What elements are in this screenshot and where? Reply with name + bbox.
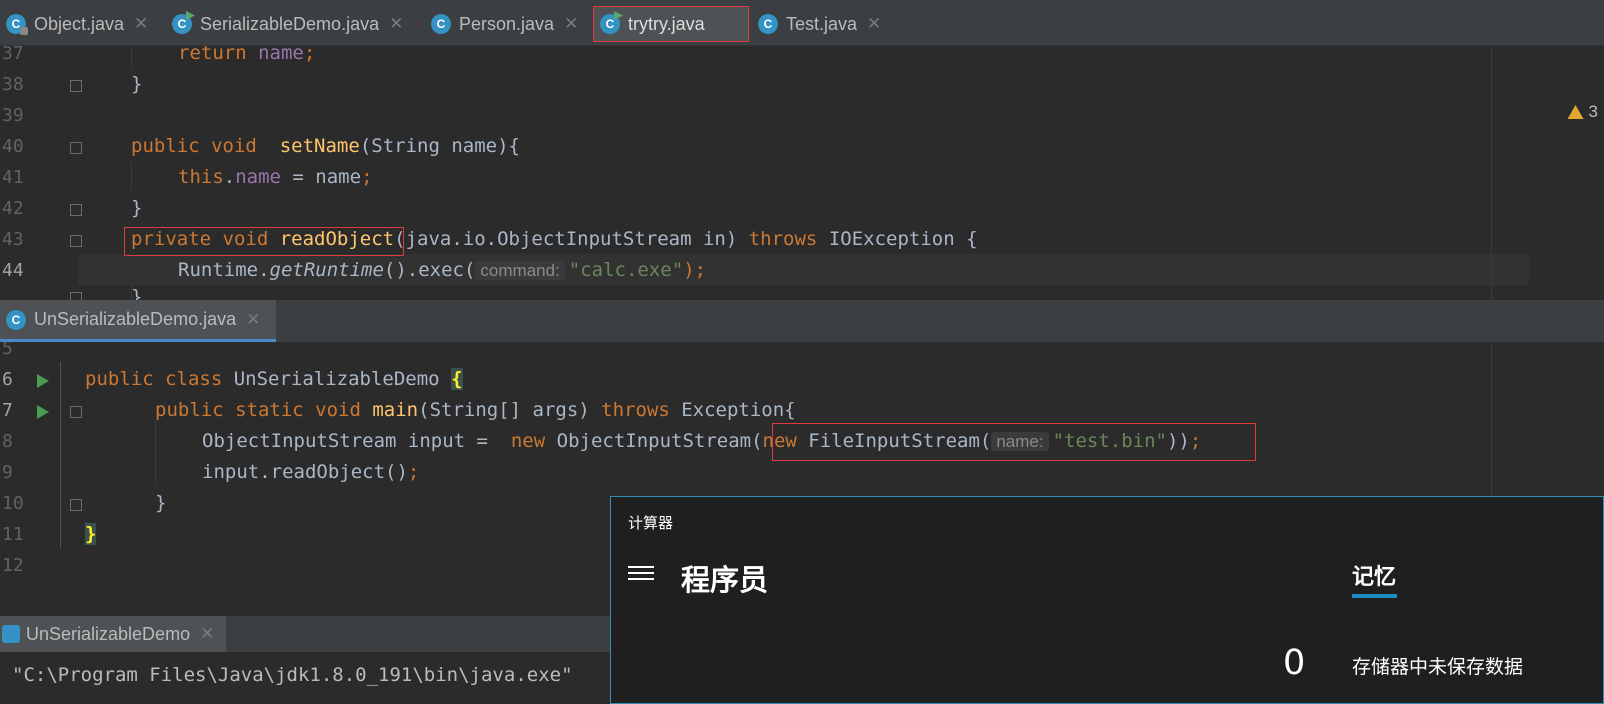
code-line-10: } bbox=[155, 492, 167, 514]
run-tab-label: UnSerializableDemo bbox=[26, 623, 191, 644]
annotation-box-fileinputstream bbox=[772, 423, 1256, 461]
calculator-window[interactable]: 计算器 程序员 记忆 0 存储器中未保存数据 bbox=[610, 496, 1604, 704]
tab-label: UnSerializableDemo.java bbox=[34, 309, 237, 329]
code-line-44: Runtime.getRuntime().exec(command: "calc.… bbox=[178, 259, 707, 281]
code-line-38: } bbox=[131, 73, 143, 95]
line-number: 6 bbox=[2, 369, 13, 390]
line-number: 44 bbox=[2, 260, 24, 281]
run-gutter-icon[interactable] bbox=[37, 405, 49, 419]
run-console-output[interactable]: "C:\Program Files\Java\jdk1.8.0_191\bin\… bbox=[0, 652, 610, 704]
tab-test-java[interactable]: C Test.java ✕ bbox=[752, 6, 881, 42]
editor-tab-bar: C Object.java ✕ C SerializableDemo.java … bbox=[0, 0, 1604, 46]
line-number: 8 bbox=[2, 431, 13, 452]
code-line-6: public class UnSerializableDemo { bbox=[85, 368, 463, 390]
tab-label: Person.java bbox=[459, 13, 555, 34]
tab-object-java[interactable]: C Object.java ✕ bbox=[0, 6, 148, 42]
tab-serializabledemo-java[interactable]: C SerializableDemo.java ✕ bbox=[166, 6, 403, 42]
code-line-11: } bbox=[85, 523, 97, 545]
warnings-indicator[interactable]: 3 bbox=[1567, 102, 1598, 122]
memory-empty-message: 存储器中未保存数据 bbox=[1352, 656, 1524, 678]
line-number: 11 bbox=[2, 524, 24, 545]
line-number: 42 bbox=[2, 198, 24, 219]
tab-unserializabledemo-java[interactable]: C UnSerializableDemo.java ✕ bbox=[0, 300, 276, 342]
tab-label: Test.java bbox=[786, 13, 858, 34]
line-number: 37 bbox=[2, 46, 24, 64]
memory-tab-underline bbox=[1352, 594, 1397, 598]
close-icon[interactable]: ✕ bbox=[564, 14, 578, 34]
calculator-title: 计算器 bbox=[628, 514, 674, 532]
calculator-display: 0 bbox=[1283, 643, 1306, 683]
run-tool-window-tabs: UnSerializableDemo ✕ bbox=[0, 616, 610, 652]
code-line-7: public static void main(String[] args) t… bbox=[155, 399, 796, 421]
line-number: 10 bbox=[2, 493, 24, 514]
fold-marker-icon[interactable] bbox=[70, 235, 82, 247]
line-number: 9 bbox=[2, 462, 13, 483]
calculator-mode-title: 程序员 bbox=[681, 563, 769, 597]
line-number: 41 bbox=[2, 167, 24, 188]
code-line-37: return name; bbox=[178, 46, 316, 64]
code-line-41: this.name = name; bbox=[178, 166, 373, 188]
fold-marker-icon[interactable] bbox=[70, 80, 82, 92]
code-line-9: input.readObject(); bbox=[202, 461, 420, 483]
java-class-runnable-icon: C bbox=[600, 11, 623, 34]
warnings-count: 3 bbox=[1588, 102, 1598, 121]
close-icon[interactable]: ✕ bbox=[134, 14, 148, 34]
line-number: 39 bbox=[2, 105, 24, 126]
line-number: 43 bbox=[2, 229, 24, 250]
fold-marker-icon[interactable] bbox=[70, 499, 82, 511]
indent-guide bbox=[131, 161, 132, 191]
fold-marker-icon[interactable] bbox=[70, 204, 82, 216]
java-class-runnable-icon: C bbox=[6, 309, 26, 330]
run-config-icon bbox=[2, 625, 20, 643]
run-gutter-icon[interactable] bbox=[37, 374, 49, 388]
close-icon[interactable]: ✕ bbox=[389, 14, 403, 34]
line-number: 5 bbox=[2, 342, 13, 359]
line-number: 7 bbox=[2, 400, 13, 421]
indent-guide bbox=[131, 46, 132, 70]
parameter-hint: command: bbox=[475, 261, 565, 280]
java-class-runnable-icon: C bbox=[172, 11, 195, 34]
tab-label: Object.java bbox=[34, 13, 125, 34]
fold-marker-icon[interactable] bbox=[70, 406, 82, 418]
tab-memory[interactable]: 记忆 bbox=[1352, 559, 1396, 591]
java-class-icon: C bbox=[758, 14, 778, 34]
line-number: 38 bbox=[2, 74, 24, 95]
close-icon[interactable]: ✕ bbox=[246, 310, 260, 330]
warning-icon bbox=[1567, 105, 1584, 119]
code-line-45: } bbox=[131, 286, 143, 300]
tab-label: SerializableDemo.java bbox=[200, 13, 380, 34]
code-line-42: } bbox=[131, 197, 143, 219]
right-margin-guide bbox=[1491, 46, 1492, 300]
indent-guide bbox=[155, 420, 156, 486]
tab-label: trytry.java bbox=[628, 13, 705, 34]
annotation-box-readobject bbox=[124, 227, 404, 256]
code-line-40: public void setName(String name){ bbox=[131, 135, 520, 157]
fold-marker-icon[interactable] bbox=[70, 292, 82, 300]
tab-run-unserializabledemo[interactable]: UnSerializableDemo ✕ bbox=[0, 616, 226, 652]
editor2-tab-bar: C UnSerializableDemo.java ✕ bbox=[0, 300, 1604, 342]
line-number: 40 bbox=[2, 136, 24, 157]
close-icon[interactable]: ✕ bbox=[200, 624, 214, 644]
tab-trytry-java[interactable]: C trytry.java bbox=[593, 6, 749, 42]
fold-marker-icon[interactable] bbox=[70, 142, 82, 154]
editor-pane-trytry[interactable]: 3 37 38 39 40 41 42 43 44 return name; }… bbox=[0, 46, 1604, 300]
line-number: 12 bbox=[2, 555, 24, 576]
tab-person-java[interactable]: C Person.java ✕ bbox=[425, 6, 578, 42]
gutter-change-marker bbox=[60, 362, 61, 548]
java-class-locked-icon: C bbox=[6, 14, 28, 35]
java-class-icon: C bbox=[431, 14, 451, 34]
menu-icon[interactable] bbox=[628, 566, 654, 580]
close-icon[interactable]: ✕ bbox=[867, 14, 881, 34]
